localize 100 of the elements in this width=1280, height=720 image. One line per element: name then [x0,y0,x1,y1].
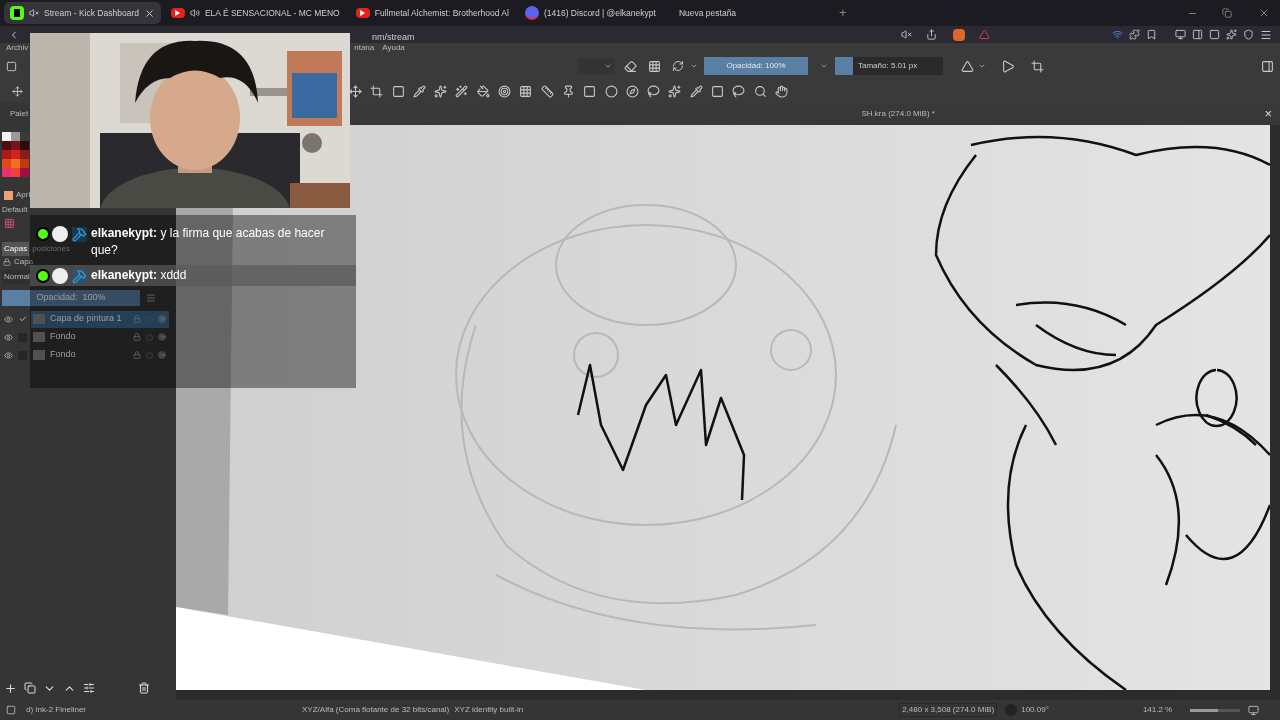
ellipse-select-icon[interactable] [604,84,618,98]
palette-swatch[interactable] [2,132,11,141]
palette-swatch[interactable] [11,168,20,177]
magnetic-select-icon[interactable] [732,84,746,98]
menu-icon[interactable] [1260,28,1272,41]
crop-icon[interactable] [1031,59,1044,73]
eraser-icon[interactable] [624,59,637,73]
layer-checkbox[interactable] [18,314,27,324]
close-tab-icon[interactable] [143,7,155,19]
layer-name: Fondo [50,348,77,362]
select-icon[interactable] [6,60,17,72]
palette-swatch[interactable] [2,150,11,159]
palette-swatch[interactable] [2,159,11,168]
close-document-button[interactable]: × [1264,104,1272,124]
shield-icon[interactable] [1243,29,1254,40]
lock-icon[interactable] [3,258,11,266]
window-icon[interactable] [1175,29,1186,40]
menu-item[interactable]: Ayuda [382,42,405,54]
layer-opacity-slider[interactable]: Opacidad: 100% [2,290,140,306]
palette-swatch[interactable] [11,150,20,159]
puzzle-icon[interactable] [1129,29,1140,40]
browser-tab[interactable]: Stream - Kick Dashboard [4,2,161,24]
share-icon[interactable] [926,29,937,40]
palette-swatch[interactable] [20,132,29,141]
palette-icon[interactable] [4,218,15,229]
lasso-icon[interactable] [647,84,661,98]
layer-thumbnail [33,350,45,360]
reload-icon[interactable] [672,60,684,72]
eye-icon[interactable] [4,314,13,324]
palette-swatch[interactable] [20,141,29,150]
panel-icon[interactable] [1261,59,1274,73]
lock-icon[interactable] [133,351,141,359]
checker-icon[interactable] [648,59,661,73]
duplicate-icon[interactable] [24,682,36,694]
browser-tab[interactable]: (1416) Discord | @elkanekypt [518,2,669,24]
crop-icon[interactable] [370,84,384,98]
zoom-icon[interactable] [753,84,767,98]
panel-title: Capa [14,256,34,268]
sparkle-icon[interactable] [434,84,448,98]
monitor-icon[interactable] [1248,704,1260,716]
new-tab-button[interactable]: + [838,3,847,23]
move-icon[interactable] [349,84,362,98]
horizontal-scrollbar[interactable] [176,690,1280,700]
close-icon[interactable] [1258,7,1270,19]
magic-select-icon[interactable] [668,84,682,98]
rectangle-select-icon[interactable] [583,84,597,98]
properties-icon[interactable] [83,682,95,694]
triangle-icon[interactable] [979,29,990,40]
menu-item[interactable]: Archiv [6,42,29,54]
trash-icon[interactable] [138,682,150,694]
grid-icon[interactable] [519,84,533,98]
opacity-slider[interactable]: Opacidad: 100% [704,57,808,75]
menu-item[interactable]: ntana [354,42,375,54]
caret-icon[interactable] [690,62,698,70]
palette-swatch[interactable] [20,168,29,177]
muted-icon [29,8,39,18]
palette-swatch[interactable] [11,132,20,141]
wand-icon[interactable] [455,84,469,98]
palette-swatch[interactable] [2,141,11,150]
palette-swatch[interactable] [11,141,20,150]
palette-swatch[interactable] [11,159,20,168]
mute-icon[interactable] [901,29,912,40]
eye-icon[interactable] [4,332,13,342]
docker-tab[interactable]: Capas [2,242,30,256]
chat-message: elkanekypt: xddd [91,267,188,284]
document-title: SH.kra (274.0 MiB) * [861,108,935,120]
vertical-scrollbar[interactable] [1270,125,1280,690]
restore-icon[interactable] [1222,8,1232,18]
caret-icon[interactable] [820,62,828,70]
pin-icon[interactable] [561,84,575,98]
layer-row[interactable]: Fondo [31,346,169,364]
rotation-text: 100.09° [1021,704,1049,716]
eye-icon[interactable] [4,350,13,360]
color-select-icon[interactable] [689,84,703,98]
sidebar-icon[interactable] [1192,29,1203,40]
bookmark-icon[interactable] [1146,29,1157,40]
browser-tab[interactable]: Fullmetal Alchemist: Brotherhood Al [349,2,515,24]
hand-icon[interactable] [774,84,788,98]
size-field[interactable]: Tamaño: 5.01 px [853,57,943,75]
color-swatch[interactable] [835,57,853,75]
caret-icon[interactable] [978,62,986,70]
sparkle-icon[interactable] [1226,29,1237,40]
paint-bucket-icon[interactable] [476,84,490,98]
add-layer-icon[interactable] [4,681,17,695]
palette-swatch[interactable] [20,159,29,168]
ruler-icon[interactable] [540,84,554,98]
square-icon[interactable] [1209,29,1220,40]
pointer-icon[interactable] [12,85,23,97]
palette-swatch[interactable] [2,168,11,177]
lock-icon[interactable] [133,333,141,341]
docker-tab[interactable]: posiciones [30,242,72,256]
layer-row[interactable]: Fondo [31,328,169,346]
palette-swatch[interactable] [20,150,29,159]
pipette-icon[interactable] [412,84,426,98]
wifi-icon[interactable] [1112,29,1123,40]
browser-tab[interactable]: ELA É SENSACIONAL - MC MENO [164,2,346,24]
resource-label: Apri [16,189,31,201]
video-logo-icon [355,8,370,18]
target-icon[interactable] [498,84,512,98]
browser-tab[interactable]: Nueva pestaña [672,2,823,24]
